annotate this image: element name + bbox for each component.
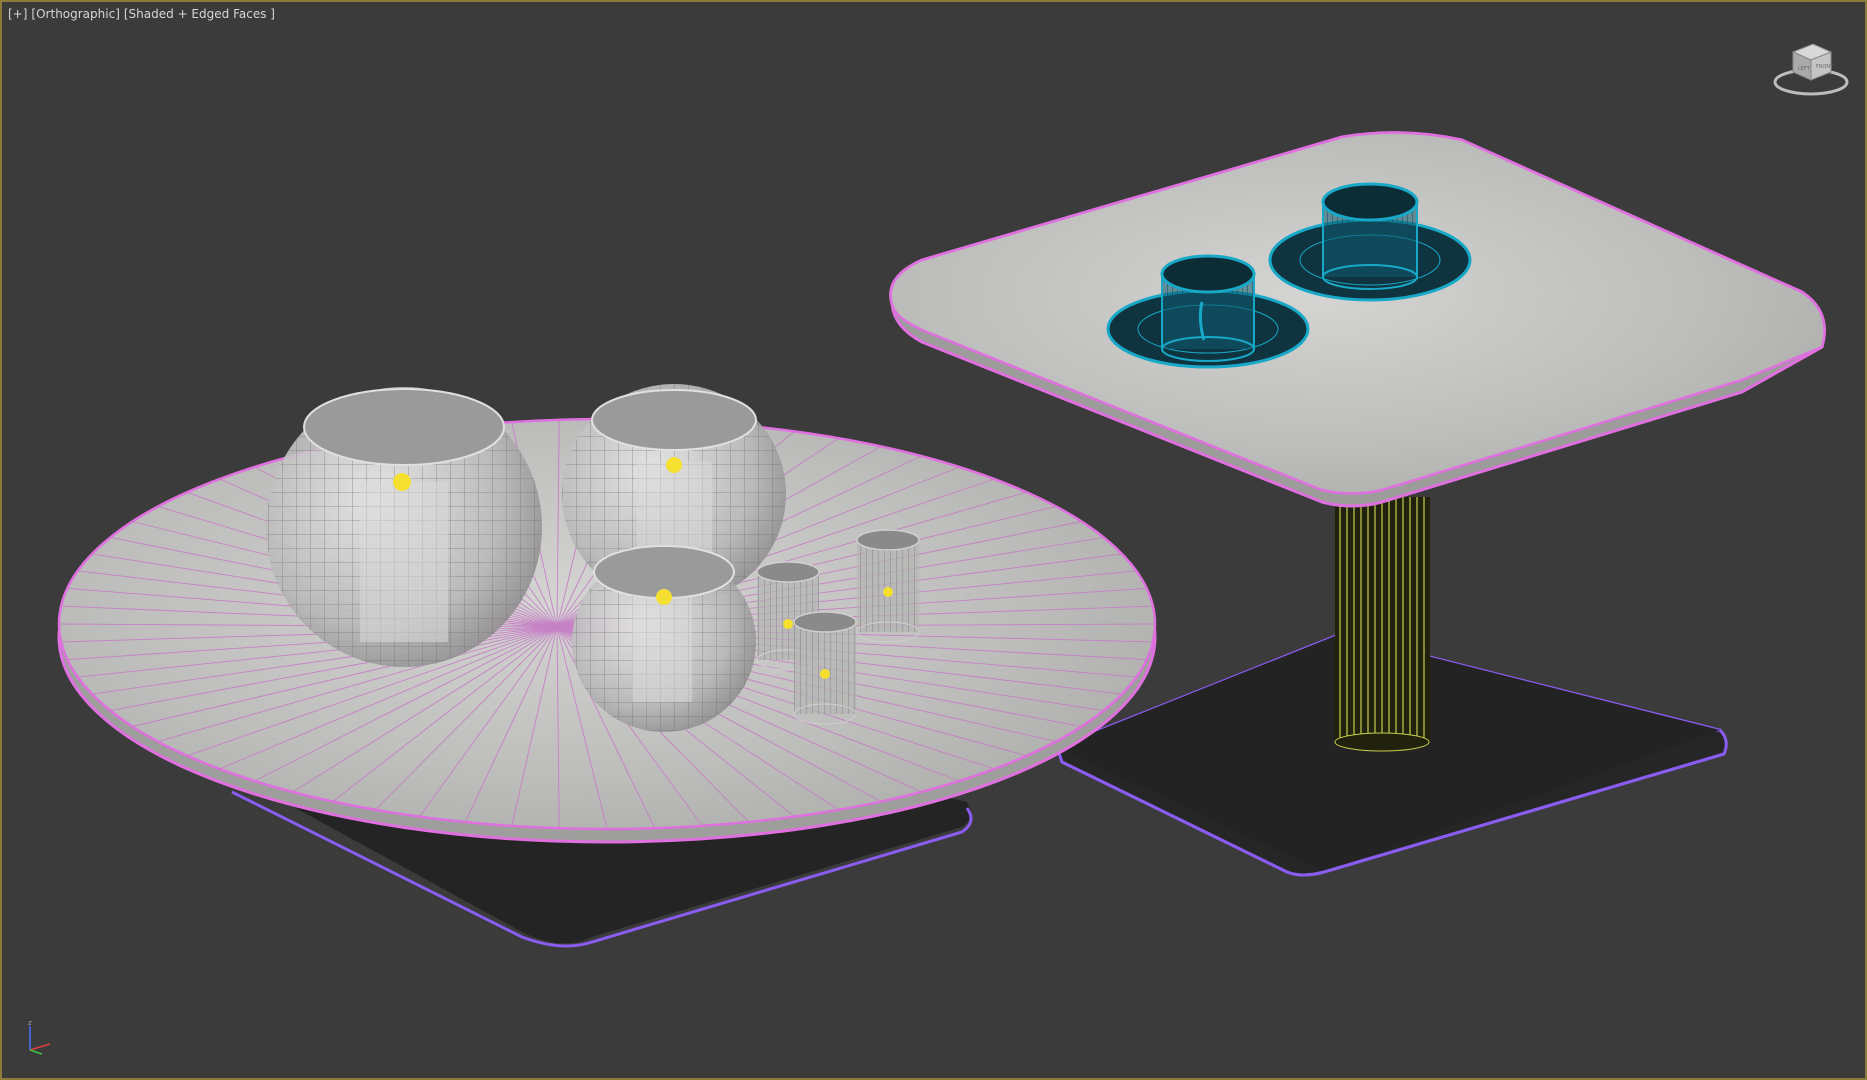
axis-tripod-icon: z bbox=[28, 1019, 51, 1055]
glass-bowl-small[interactable] bbox=[572, 545, 756, 732]
viewcube-front-label: FRONT bbox=[1816, 64, 1834, 70]
viewcube-icon[interactable]: LEFT FRONT bbox=[1771, 36, 1851, 100]
fluted-pedestal[interactable] bbox=[1334, 497, 1430, 752]
glass-bowl-large[interactable] bbox=[266, 387, 542, 667]
viewcube-left-label: LEFT bbox=[1798, 66, 1811, 72]
perspective-viewport[interactable]: [+] [Orthographic] [Shaded + Edged Faces… bbox=[0, 0, 1867, 1080]
glass-cylinder-3[interactable] bbox=[793, 611, 857, 725]
scene-render[interactable] bbox=[2, 2, 1865, 1078]
glass-cylinder-2[interactable] bbox=[856, 529, 920, 643]
axis-z-label: z bbox=[28, 1019, 32, 1027]
